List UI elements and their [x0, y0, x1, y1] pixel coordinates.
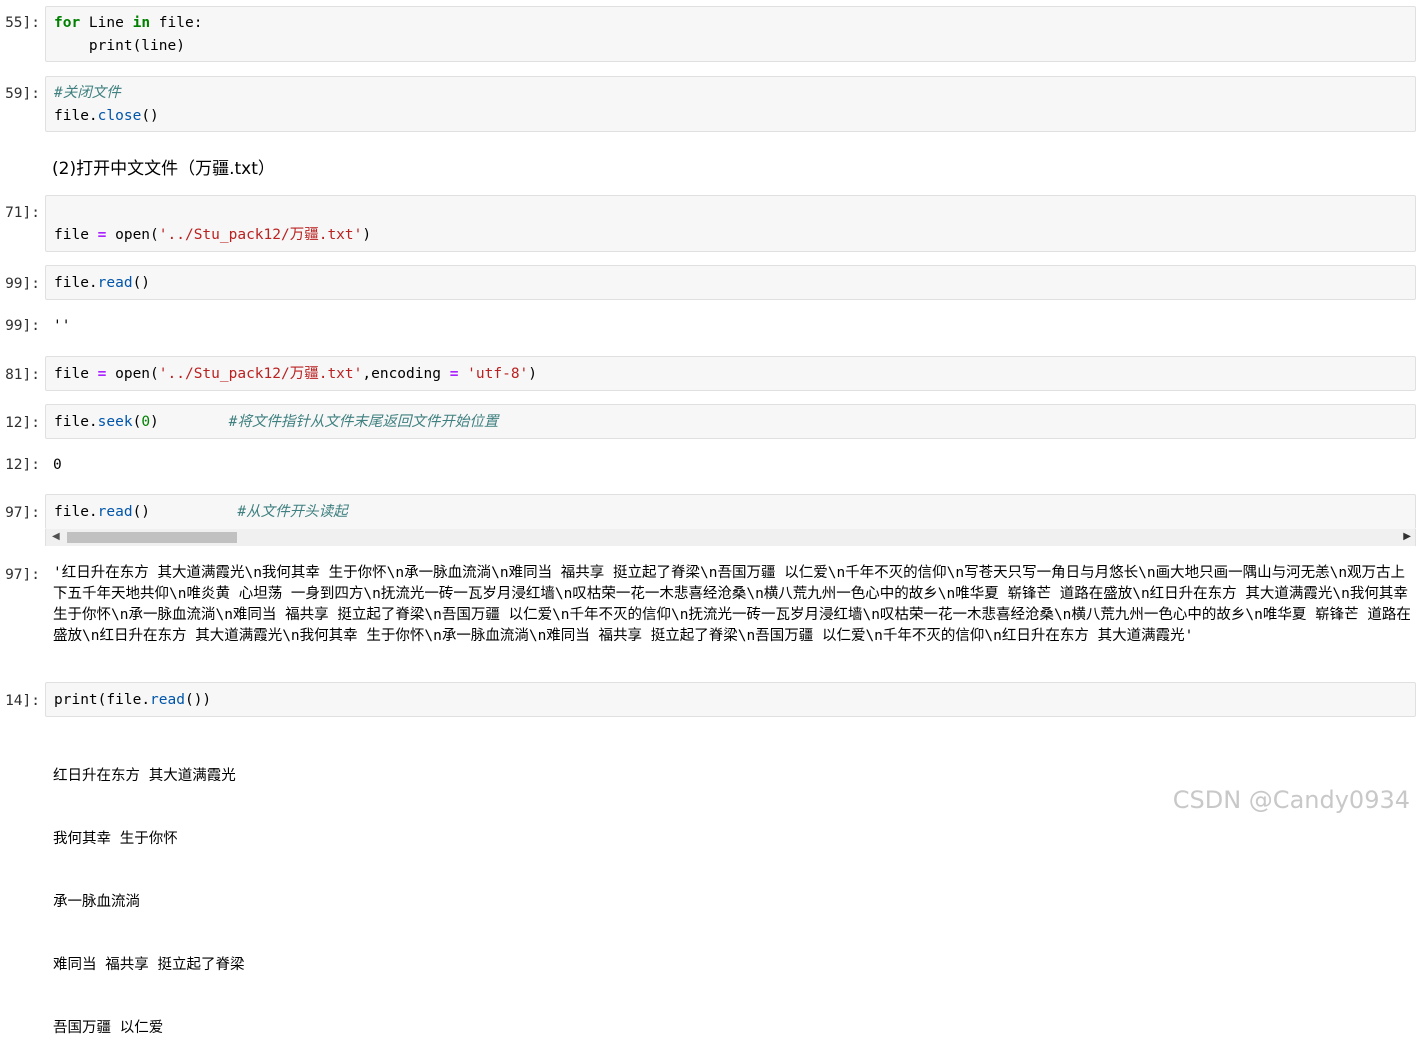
code-line: file.close(): [54, 108, 159, 124]
cell-prompt: 97]:: [5, 505, 40, 521]
cell-prompt: 55]:: [5, 15, 40, 31]
code-line: print(file.read()): [54, 692, 212, 708]
output-prompt: 12]:: [5, 457, 40, 473]
output-line: 承一脉血流淌: [53, 894, 140, 910]
code-line: file = open('../Stu_pack12/万疆.txt'): [54, 227, 372, 243]
cell-output: 0: [53, 457, 62, 473]
code-cell-read-start[interactable]: file.read() #从文件开头读起: [45, 494, 1416, 529]
output-line: 红日升在东方 其大道满霞光: [53, 768, 236, 784]
code-cell-seek[interactable]: file.seek(0) #将文件指针从文件末尾返回文件开始位置: [45, 404, 1416, 439]
output-line: 我何其幸 生于你怀: [53, 831, 178, 847]
output-prompt: 97]:: [5, 567, 40, 583]
code-cell-print[interactable]: print(file.read()): [45, 682, 1416, 717]
output-prompt: 99]:: [5, 318, 40, 334]
code-line: file.read(): [54, 275, 151, 291]
cell-prompt: 81]:: [5, 367, 40, 383]
scrollbar-thumb[interactable]: [67, 532, 237, 543]
cell-prompt: 59]:: [5, 86, 40, 102]
horizontal-scrollbar[interactable]: ◀ ▶: [45, 529, 1416, 546]
cell-prompt: 71]:: [5, 205, 40, 221]
code-line: file.seek(0) #将文件指针从文件末尾返回文件开始位置: [54, 414, 499, 430]
output-line: 吾国万疆 以仁爱: [53, 1020, 164, 1036]
code-cell-close[interactable]: #关闭文件 file.close(): [45, 76, 1416, 132]
cell-output: '': [53, 318, 71, 334]
code-cell-read[interactable]: file.read(): [45, 265, 1416, 300]
code-cell-open-utf8[interactable]: file = open('../Stu_pack12/万疆.txt',encod…: [45, 356, 1416, 391]
code-line: file.read() #从文件开头读起: [54, 504, 348, 520]
cell-prompt: 12]:: [5, 415, 40, 431]
scroll-left-icon[interactable]: ◀: [52, 531, 60, 542]
cell-prompt: 99]:: [5, 276, 40, 292]
output-line: 难同当 福共享 挺立起了脊梁: [53, 957, 245, 973]
markdown-heading: (2)打开中文文件（万疆.txt）: [52, 159, 275, 179]
code-line: for Line in file:: [54, 15, 203, 31]
scroll-right-icon[interactable]: ▶: [1403, 531, 1411, 542]
code-cell-open[interactable]: file = open('../Stu_pack12/万疆.txt'): [45, 195, 1416, 252]
code-comment: #关闭文件: [54, 85, 121, 101]
cell-output-long: '红日升在东方 其大道满霞光\n我何其幸 生于你怀\n承一脉血流淌\n难同当 福…: [53, 565, 1411, 644]
print-output: 红日升在东方 其大道满霞光 我何其幸 生于你怀 承一脉血流淌 难同当 福共享 挺…: [53, 724, 244, 1060]
code-line: print(line): [54, 38, 185, 54]
code-cell-for-loop[interactable]: for Line in file: print(line): [45, 6, 1416, 62]
watermark: CSDN @Candy0934: [1172, 786, 1410, 814]
cell-prompt: 14]:: [5, 693, 40, 709]
code-line: file = open('../Stu_pack12/万疆.txt',encod…: [54, 366, 538, 382]
